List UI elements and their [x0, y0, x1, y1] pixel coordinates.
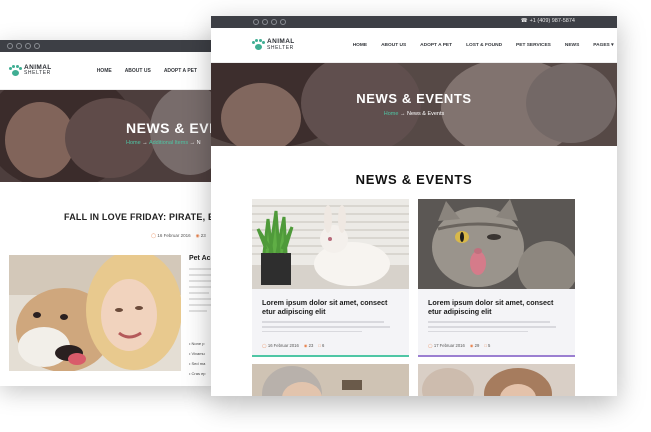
list-item: • Vivamu [189, 351, 205, 356]
news-card-comments: 6 [322, 343, 325, 349]
back-top-bar [0, 40, 218, 52]
tabby-cat-photo [418, 199, 575, 289]
calendar-icon: ◯ [428, 343, 433, 349]
twitter-icon[interactable] [262, 19, 268, 25]
news-card-comments: 5 [488, 343, 491, 349]
back-post-title[interactable]: FALL IN LOVE FRIDAY: PIRATE, EIG [64, 212, 218, 222]
breadcrumb-current: N [196, 140, 201, 146]
front-main-menu: HOME ABOUT US ADOPT A PET LOST & FOUND P… [353, 43, 614, 48]
woman-with-dog-photo [0, 90, 218, 182]
front-breadcrumb: Home → News & Events [211, 111, 617, 117]
menu-item-home[interactable]: HOME [353, 43, 367, 48]
news-card-excerpt [418, 316, 575, 333]
facebook-icon[interactable] [253, 19, 259, 25]
menu-item-lost-found[interactable]: LOST & FOUND [466, 43, 502, 48]
post-views: 23 [200, 233, 206, 238]
breadcrumb-home[interactable]: Home [384, 111, 399, 117]
back-breadcrumb: Home → Additional Items → N [126, 140, 201, 146]
news-card-title[interactable]: Lorem ipsum dolor sit amet, consect etur… [252, 289, 409, 316]
news-card-date: 17 Februar 2016 [433, 343, 465, 349]
back-side-title[interactable]: Pet Ac [189, 255, 211, 262]
menu-item-home[interactable]: HOME [97, 68, 112, 74]
logo-line2: SHELTER [267, 44, 294, 51]
back-bullet-list: • None p • Vivamu • Sed ma • Cras ep [189, 341, 206, 381]
elderly-woman-photo [252, 364, 409, 396]
paw-logo-icon [9, 64, 22, 77]
breadcrumb-home[interactable]: Home [126, 140, 141, 146]
google-plus-icon[interactable] [271, 19, 277, 25]
eye-icon: ◉ [303, 343, 308, 349]
twitter-icon[interactable] [16, 43, 22, 49]
list-item: • Cras ep [189, 371, 206, 376]
menu-item-adopt-a-pet[interactable]: ADOPT A PET [164, 68, 197, 74]
list-item: • None p [189, 341, 205, 346]
news-card-views: 29 [474, 343, 480, 349]
list-item: • Sed ma [189, 361, 206, 366]
back-logo[interactable]: ANIMAL SHELTER [9, 64, 52, 77]
logo-line2: SHELTER [24, 70, 51, 77]
back-post-image[interactable] [9, 255, 181, 371]
news-card-accent-bar [252, 355, 409, 357]
front-logo[interactable]: ANIMAL SHELTER [252, 39, 295, 51]
phone-icon: ☎ [520, 18, 528, 24]
back-main-menu: HOME ABOUT US ADOPT A PET [97, 68, 197, 74]
news-card[interactable]: Lorem ipsum dolor sit amet, consect etur… [252, 199, 409, 357]
facebook-icon[interactable] [7, 43, 13, 49]
bunny-with-plant-photo [252, 199, 409, 289]
news-card-meta: ◯ 16 Februar 2016 ◉ 23 □ 6 [252, 335, 409, 348]
news-card[interactable]: Lorem ipsum dolor sit amet, consect etur… [418, 199, 575, 357]
paw-logo-icon [252, 39, 265, 51]
news-card-accent-bar [418, 355, 575, 357]
front-navbar: ANIMAL SHELTER HOME ABOUT US ADOPT A PET… [211, 28, 617, 63]
menu-item-pet-services[interactable]: PET SERVICES [516, 43, 551, 48]
news-card-image[interactable] [418, 199, 575, 289]
post-date: 16 Februar 2016 [157, 233, 191, 238]
front-top-bar: ☎ +1 (409) 987-5874 [211, 16, 617, 28]
calendar-icon: ◯ [151, 233, 157, 238]
back-hero-banner: NEWS & EVE Home → Additional Items → N [0, 90, 218, 182]
breadcrumb-separator: → [189, 140, 196, 146]
section-title: NEWS & EVENTS [355, 172, 473, 187]
breadcrumb-additional-items[interactable]: Additional Items [149, 140, 188, 146]
woman-with-pet-photo [418, 364, 575, 396]
phone-number[interactable]: ☎ +1 (409) 987-5874 [521, 18, 575, 24]
news-card-partial[interactable] [418, 364, 575, 396]
news-card-date: 16 Februar 2016 [267, 343, 299, 349]
menu-item-news[interactable]: NEWS [565, 43, 579, 48]
news-card-image[interactable] [252, 199, 409, 289]
news-card-views: 23 [308, 343, 314, 349]
google-plus-icon[interactable] [25, 43, 31, 49]
comment-icon: □ [484, 343, 487, 349]
news-card-meta: ◯ 17 Februar 2016 ◉ 29 □ 5 [418, 335, 575, 348]
instagram-icon[interactable] [34, 43, 40, 49]
comment-icon: □ [318, 343, 321, 349]
breadcrumb-current: News & Events [406, 111, 445, 117]
breadcrumb-separator: → [142, 140, 148, 146]
back-navbar: ANIMAL SHELTER HOME ABOUT US ADOPT A PET [0, 52, 218, 90]
back-excerpt-lines [189, 268, 211, 316]
eye-icon: ◉ [469, 343, 474, 349]
back-page-window: ANIMAL SHELTER HOME ABOUT US ADOPT A PET… [0, 40, 218, 386]
eye-icon: ◉ [195, 233, 200, 238]
woman-hugging-dog-photo [9, 255, 181, 371]
menu-item-adopt-a-pet[interactable]: ADOPT A PET [420, 43, 452, 48]
back-post-meta: ◯ 16 Februar 2016 ◉ 23 [151, 233, 206, 239]
breadcrumb-separator: → [399, 111, 406, 117]
calendar-icon: ◯ [262, 343, 267, 349]
showcase-stage: ANIMAL SHELTER HOME ABOUT US ADOPT A PET… [0, 0, 651, 432]
back-hero-title: NEWS & EVE [126, 120, 218, 136]
news-card-partial[interactable] [252, 364, 409, 396]
menu-item-about-us[interactable]: ABOUT US [125, 68, 151, 74]
front-page-window: ☎ +1 (409) 987-5874 ANIMAL SHELTER HOME … [211, 16, 617, 396]
front-hero-banner: NEWS & EVENTS Home → News & Events [211, 63, 617, 146]
menu-item-pages[interactable]: PAGES ▾ [593, 43, 613, 48]
front-hero-title: NEWS & EVENTS [356, 91, 472, 106]
menu-item-about-us[interactable]: ABOUT US [381, 43, 406, 48]
instagram-icon[interactable] [280, 19, 286, 25]
news-card-excerpt [252, 316, 409, 333]
news-card-title[interactable]: Lorem ipsum dolor sit amet, consect etur… [418, 289, 575, 316]
